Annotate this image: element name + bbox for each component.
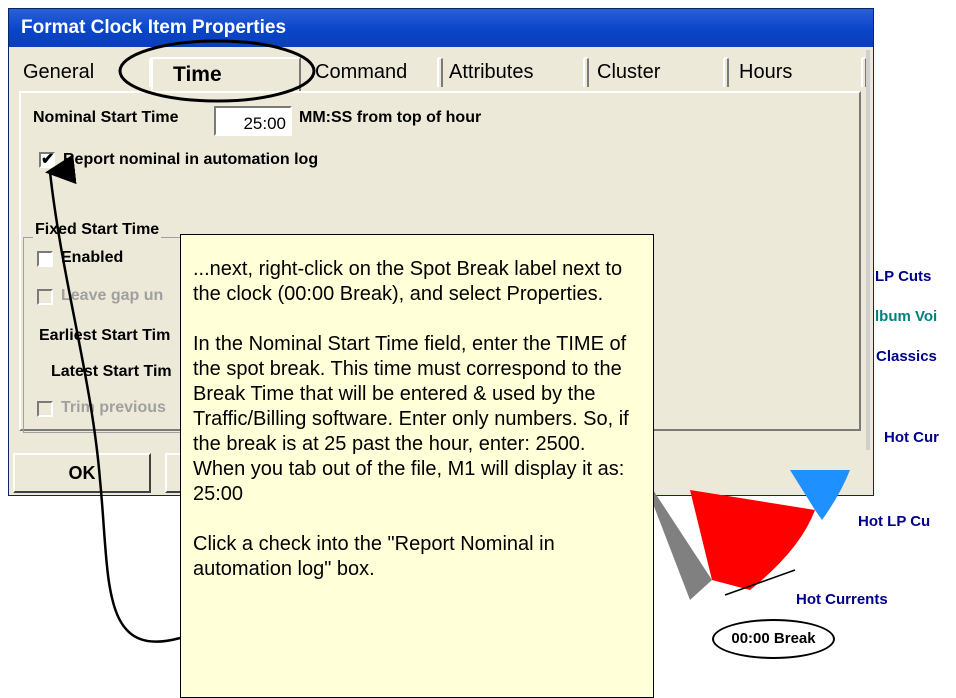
nominal-start-label: Nominal Start Time [33,109,179,126]
tab-divider [437,57,443,87]
report-nominal-checkbox[interactable]: ✔ [39,152,55,168]
earliest-start-label: Earliest Start Tim [39,327,171,344]
clock-label-lp-cuts[interactable]: LP Cuts [875,268,931,285]
tab-divider [583,57,589,87]
leave-gap-checkbox[interactable] [37,289,53,305]
clock-label-album-voice[interactable]: lbum Voi [875,308,937,325]
clock-slice-red [690,490,815,590]
tab-time[interactable]: Time [151,57,301,91]
tab-cluster[interactable]: Cluster [593,53,723,91]
latest-start-label: Latest Start Tim [51,363,172,380]
enabled-checkbox[interactable] [37,251,53,267]
fixed-start-title: Fixed Start Time [33,221,162,239]
tab-command[interactable]: Command [307,53,432,91]
window-edge [866,50,870,450]
tab-attributes[interactable]: Attributes [447,53,577,91]
spot-break-label[interactable]: 00:00 Break [712,619,835,659]
leave-gap-label: Leave gap un [61,287,164,304]
tab-hours[interactable]: Hours [733,53,853,91]
clock-label-hot-currents[interactable]: Hot Currents [796,591,888,608]
tab-divider [723,57,729,87]
clock-label-hot-cur[interactable]: Hot Cur [884,429,939,446]
nominal-start-suffix: MM:SS from top of hour [299,109,482,126]
enabled-label: Enabled [61,249,124,266]
callout-paragraph: In the Nominal Start Time field, enter t… [193,333,629,505]
trim-previous-checkbox[interactable] [37,401,53,417]
ok-button[interactable]: OK [13,453,151,493]
trim-previous-label: Trim previous [61,399,166,416]
clock-label-classics[interactable]: Classics [876,348,937,365]
nominal-start-input[interactable]: 25:00 [214,106,292,136]
callout-paragraph: Click a check into the "Report Nominal i… [193,533,555,580]
dialog-title: Format Clock Item Properties [9,9,873,47]
tab-general[interactable]: General [15,53,135,91]
clock-label-hot-lp-cuts[interactable]: Hot LP Cu [858,513,930,530]
callout-paragraph: ...next, right-click on the Spot Break l… [193,258,623,305]
instruction-callout: ...next, right-click on the Spot Break l… [180,234,654,698]
report-nominal-label: Report nominal in automation log [63,151,319,168]
